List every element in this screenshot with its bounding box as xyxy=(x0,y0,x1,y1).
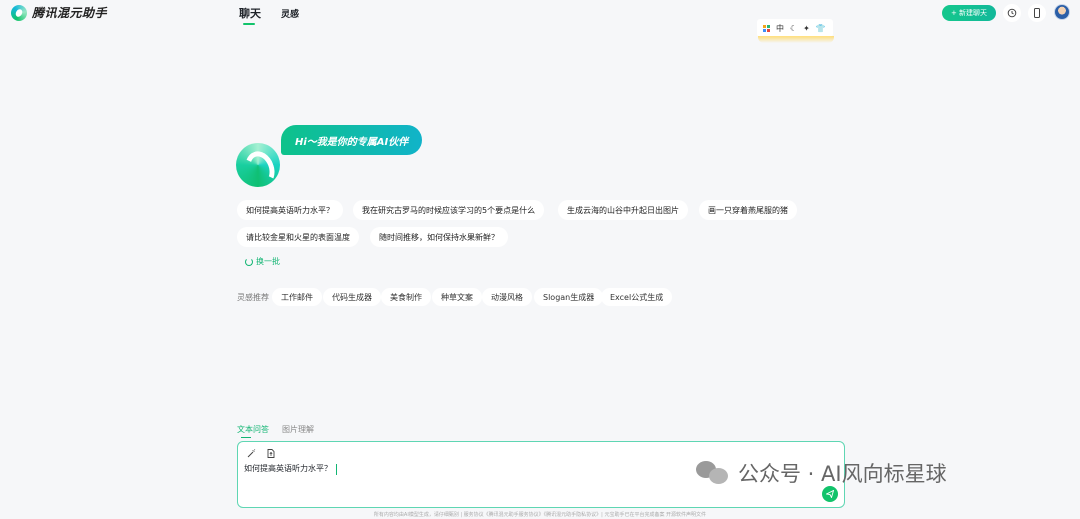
brand[interactable]: 腾讯混元助手 xyxy=(11,4,107,21)
tab-text-qa[interactable]: 文本问答 xyxy=(237,424,269,438)
main-nav: 聊天 灵感 xyxy=(239,5,299,25)
magic-wand-icon[interactable] xyxy=(246,448,257,459)
chat-input[interactable] xyxy=(244,464,544,473)
history-icon[interactable] xyxy=(1003,4,1021,22)
watermark-text: 公众号 · AI风向标星球 xyxy=(738,462,947,486)
phone-icon[interactable] xyxy=(1028,4,1046,22)
apps-icon[interactable] xyxy=(763,24,770,32)
new-chat-button[interactable]: + 新建聊天 xyxy=(942,5,996,21)
tab-chat[interactable]: 聊天 xyxy=(239,5,261,25)
brand-name: 腾讯混元助手 xyxy=(32,6,108,20)
footer-disclaimer: 所有内容均由AI模型生成，请仔细甄别 | 服务协议《腾讯混元助手服务协议》《腾讯… xyxy=(373,512,707,518)
refresh-label: 换一批 xyxy=(256,257,280,266)
moon-icon[interactable]: ☾ xyxy=(790,24,797,33)
watermark: 公众号 · AI风向标星球 xyxy=(696,458,947,488)
send-icon xyxy=(826,490,834,498)
inspiration-label: 灵感推荐 xyxy=(237,293,269,302)
suggestion-chip[interactable]: 如何提高英语听力水平？ xyxy=(237,200,343,220)
inspiration-chip[interactable]: 代码生成器 xyxy=(323,288,381,306)
hunyuan-logo-icon xyxy=(11,4,27,21)
top-bar: 腾讯混元助手 聊天 灵感 + 新建聊天 xyxy=(0,0,1080,26)
inspiration-chip[interactable]: 工作邮件 xyxy=(272,288,322,306)
refresh-icon xyxy=(245,257,253,266)
hunyuan-avatar-icon xyxy=(236,143,280,187)
ime-toolbar: 中 ☾ ✦ 👕 xyxy=(757,19,833,37)
suggestion-chip[interactable]: 画一只穿着燕尾服的猪 xyxy=(699,200,797,220)
suggestion-chip[interactable]: 生成云海的山谷中升起日出图片 xyxy=(558,200,688,220)
inspiration-chip[interactable]: 种草文案 xyxy=(432,288,482,306)
inspiration-chip[interactable]: 动漫风格 xyxy=(482,288,532,306)
wechat-icon xyxy=(696,459,730,487)
shirt-icon[interactable]: 👕 xyxy=(816,24,826,33)
ime-glow xyxy=(758,36,834,43)
suggestion-chip[interactable]: 请比较金星和火星的表面温度 xyxy=(237,227,359,247)
greeting-bubble: Hi～我是你的专属AI伙伴 xyxy=(281,125,423,155)
inspiration-chip[interactable]: 美食制作 xyxy=(381,288,431,306)
inspiration-chip[interactable]: Excel公式生成 xyxy=(601,288,673,306)
tab-image-understanding[interactable]: 图片理解 xyxy=(282,424,314,435)
suggestion-chip[interactable]: 随时间推移，如何保持水果新鲜？ xyxy=(370,227,508,247)
upload-file-icon[interactable] xyxy=(265,448,276,459)
ime-lang[interactable]: 中 xyxy=(776,23,784,34)
send-button[interactable] xyxy=(822,486,838,502)
avatar[interactable] xyxy=(1054,4,1070,20)
tab-inspiration[interactable]: 灵感 xyxy=(281,7,299,21)
suggestion-chip[interactable]: 我在研究古罗马的时候应该学习的5个要点是什么 xyxy=(353,200,545,220)
refresh-button[interactable]: 换一批 xyxy=(245,256,280,267)
sparkle-icon[interactable]: ✦ xyxy=(803,24,810,33)
inspiration-chip[interactable]: Slogan生成器 xyxy=(534,288,604,306)
text-caret xyxy=(336,464,337,475)
mode-tabs: 文本问答 图片理解 xyxy=(237,424,314,438)
